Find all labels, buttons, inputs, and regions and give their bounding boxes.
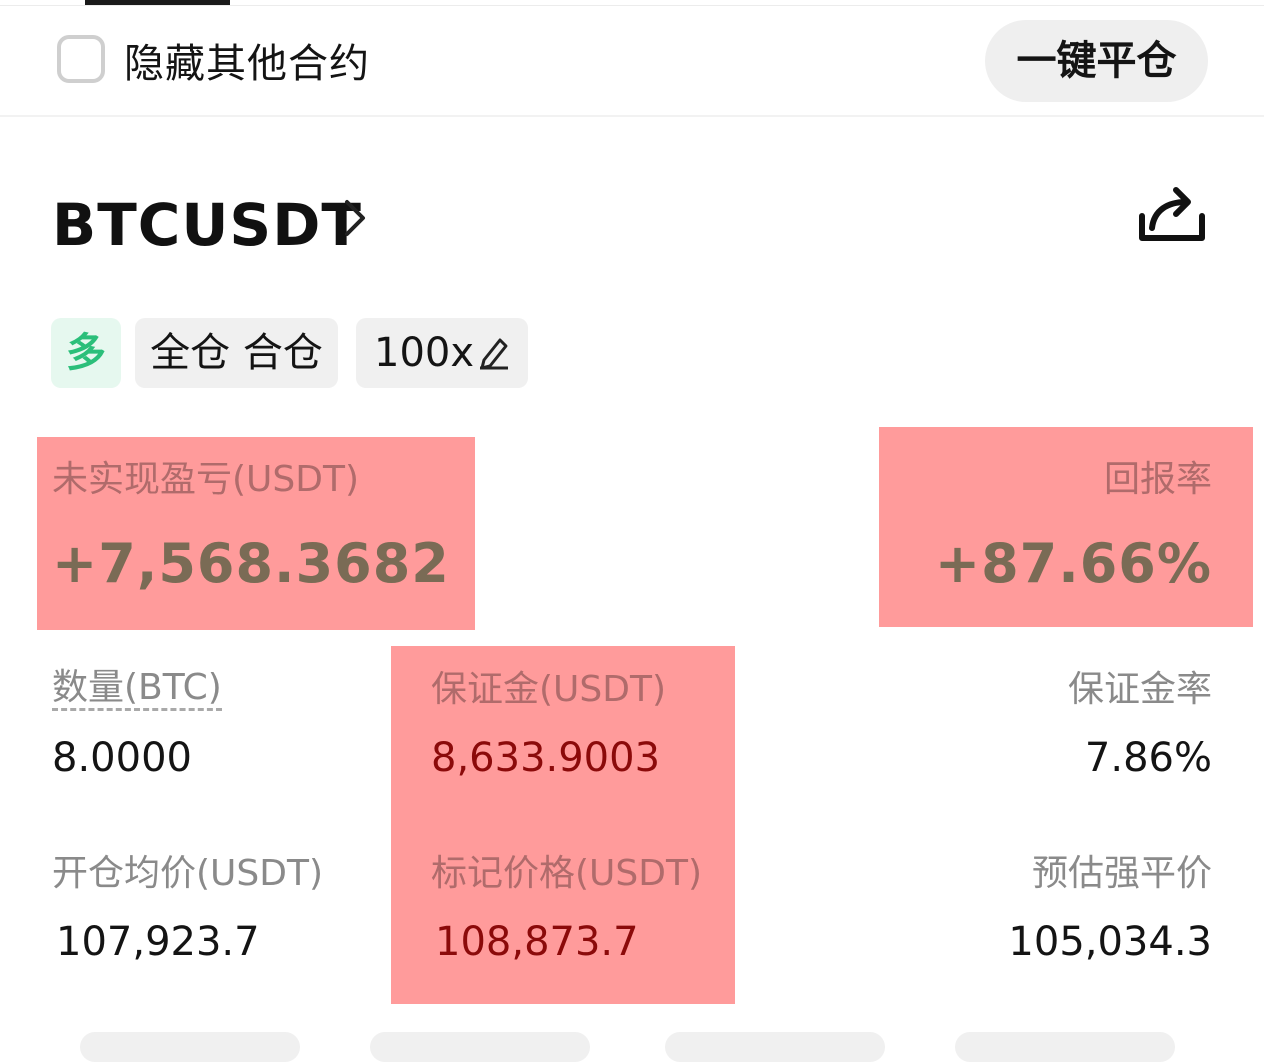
margin-mode-tag: 全仓 合仓 — [135, 318, 338, 388]
entry-price-label: 开仓均价(USDT) — [52, 853, 324, 894]
share-icon[interactable] — [1138, 182, 1206, 246]
margin-rate-label: 保证金率 — [1067, 669, 1212, 710]
bottom-action-button-1[interactable] — [80, 1032, 300, 1062]
entry-price-value: 107,923.7 — [56, 919, 260, 965]
mark-price-value: 108,873.7 — [435, 919, 639, 965]
close-all-button[interactable]: 一键平仓 — [985, 20, 1208, 102]
roe-label: 回报率 — [1103, 459, 1212, 500]
unrealized-pnl-label: 未实现盈亏(USDT) — [52, 459, 360, 500]
edit-pencil-icon[interactable] — [478, 334, 510, 370]
quantity-value: 8.0000 — [52, 735, 192, 781]
leverage-tag[interactable]: 100x — [356, 318, 528, 388]
quantity-label[interactable]: 数量(BTC) — [52, 668, 222, 711]
liq-price-value: 105,034.3 — [1008, 919, 1212, 965]
margin-value: 8,633.9003 — [431, 735, 661, 781]
hide-other-contracts-label[interactable]: 隐藏其他合约 — [124, 40, 370, 88]
chevron-right-icon[interactable] — [343, 198, 367, 238]
side-tag-long: 多 — [51, 318, 121, 388]
margin-rate-value: 7.86% — [1084, 735, 1212, 781]
roe-value: +87.66% — [934, 532, 1212, 595]
roe-highlight — [879, 427, 1253, 627]
mark-price-label: 标记价格(USDT) — [431, 853, 703, 894]
bottom-action-button-3[interactable] — [665, 1032, 885, 1062]
liq-price-label: 预估强平价 — [1031, 853, 1212, 894]
margin-label: 保证金(USDT) — [431, 669, 667, 710]
leverage-value: 100x — [374, 330, 475, 376]
unrealized-pnl-value: +7,568.3682 — [52, 532, 450, 595]
bottom-action-button-4[interactable] — [955, 1032, 1175, 1062]
bottom-action-button-2[interactable] — [370, 1032, 590, 1062]
section-divider — [0, 115, 1264, 117]
top-divider — [0, 5, 1264, 6]
position-symbol[interactable]: BTCUSDT — [52, 190, 362, 260]
hide-other-contracts-checkbox[interactable] — [57, 35, 105, 83]
